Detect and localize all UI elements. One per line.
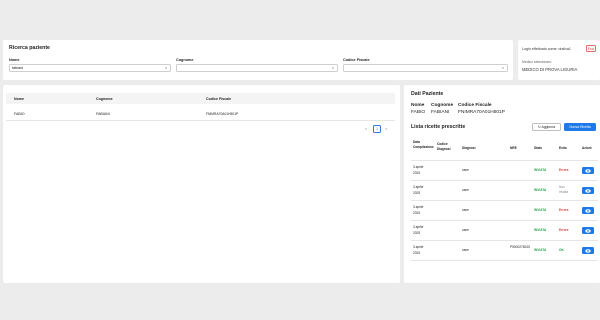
col-esito: Esito	[559, 146, 567, 150]
patient-cognome-value: FABIANI	[431, 110, 450, 115]
cognome-input[interactable]	[176, 64, 338, 72]
col-cognome: Cognome	[96, 97, 113, 101]
patient-nome-value: FABIO	[411, 110, 426, 115]
row-diagnosi: cane	[462, 228, 469, 232]
eye-icon	[585, 248, 591, 253]
row-divider	[6, 120, 395, 121]
row-divider	[411, 220, 598, 221]
medico-value: MEDICO DI PROVA LIGURIA	[522, 67, 578, 72]
new-prescription-button[interactable]: Nuova Ricetta	[564, 123, 596, 131]
results-panel: Nome Cognome Codice Fiscale FABIO FABIAN…	[3, 85, 400, 283]
table-row-codice-fiscale[interactable]: FNIMRA70A01H501P	[206, 112, 238, 116]
search-title: Ricerca paziente	[9, 45, 50, 51]
col-nre: NRE	[510, 146, 517, 150]
header-divider	[411, 160, 598, 161]
row-stato: INVIATA	[534, 168, 547, 172]
view-button[interactable]	[582, 227, 594, 234]
login-status-text: Login effettuato come: drsilva1	[522, 47, 571, 51]
codice-fiscale-input[interactable]	[343, 64, 508, 72]
medico-label: Medico selezionato:	[522, 60, 552, 64]
patient-cf-label: Codice Fiscale	[458, 103, 492, 108]
results-table-header	[6, 93, 395, 104]
row-esito: Errore	[559, 168, 569, 172]
row-date: 3 aprile	[413, 225, 424, 229]
row-year: 2025	[413, 251, 421, 255]
pagination-next[interactable]: >	[385, 126, 387, 131]
row-year: 2025	[413, 171, 421, 175]
nome-input[interactable]: fabiani	[9, 64, 171, 72]
logout-button[interactable]: Esci	[586, 45, 596, 52]
pagination-prev[interactable]: <	[365, 126, 367, 131]
row-diagnosi: cane	[462, 208, 469, 212]
search-icon[interactable]: ⌕	[165, 64, 167, 72]
row-date: 3 aprile	[413, 165, 424, 169]
row-diagnosi: cane	[462, 168, 469, 172]
col-codice-diagnosi: Codice Diagnosi	[437, 142, 451, 151]
row-esito: Non inviata	[559, 185, 569, 194]
col-nome: Nome	[14, 97, 24, 101]
row-divider	[411, 240, 598, 241]
row-diagnosi: cane	[462, 248, 469, 252]
eye-icon	[585, 208, 591, 213]
patient-cognome-label: Cognome	[431, 103, 454, 108]
col-azioni: Azioni	[582, 146, 592, 150]
table-row-nome[interactable]: FABIO	[14, 112, 25, 116]
row-stato: INVIATA	[534, 188, 547, 192]
col-diagnosi: Diagnosi	[462, 146, 476, 150]
row-diagnosi: cane	[462, 188, 469, 192]
view-button[interactable]	[582, 187, 594, 194]
col-codice-fiscale: Codice Fiscale	[206, 97, 232, 101]
codice-fiscale-label: Codice Fiscale	[343, 58, 370, 62]
eye-icon	[585, 228, 591, 233]
search-icon[interactable]: ⌕	[332, 64, 334, 72]
row-year: 2025	[413, 191, 421, 195]
row-esito: OK	[559, 248, 564, 252]
col-data-compilazione: Data Compilazione	[413, 140, 434, 149]
refresh-label: Aggiorna	[541, 125, 556, 129]
eye-icon	[585, 188, 591, 193]
view-button[interactable]	[582, 247, 594, 254]
row-nre: P5000278245	[510, 245, 530, 249]
row-divider	[411, 200, 598, 201]
search-panel: Ricerca paziente Nome fabiani ⌕ Cognome …	[3, 40, 513, 80]
row-date: 3 aprile	[413, 185, 424, 189]
refresh-button[interactable]: ↻ Aggiorna	[532, 123, 561, 131]
cognome-label: Cognome	[176, 58, 194, 62]
patient-title: Dati Paziente	[411, 91, 444, 97]
row-esito: Errore	[559, 208, 569, 212]
row-year: 2025	[413, 211, 421, 215]
nome-label: Nome	[9, 58, 20, 62]
row-stato: INVIATA	[534, 208, 547, 212]
row-divider	[411, 180, 598, 181]
table-row-cognome[interactable]: FABIANI	[96, 112, 110, 116]
patient-cf-value: FNIMRA70A01H501P	[458, 110, 505, 115]
row-stato: INVIATA	[534, 228, 547, 232]
prescriptions-title: Lista ricette prescritte	[411, 124, 466, 130]
row-year: 2025	[413, 231, 421, 235]
row-esito: Errore	[559, 228, 569, 232]
patient-nome-label: Nome	[411, 103, 425, 108]
refresh-icon: ↻	[537, 125, 541, 129]
search-icon[interactable]: ⌕	[502, 64, 504, 72]
pagination-page-1[interactable]: 1	[373, 124, 381, 133]
patient-detail-panel: Dati Paziente Nome FABIO Cognome FABIANI…	[404, 85, 600, 283]
row-date: 3 aprile	[413, 205, 424, 209]
row-stato: INVIATA	[534, 248, 547, 252]
view-button[interactable]	[582, 207, 594, 214]
login-panel: Login effettuato come: drsilva1 Esci Med…	[518, 40, 600, 80]
row-date: 3 aprile	[413, 245, 424, 249]
row-divider	[411, 260, 598, 261]
view-button[interactable]	[582, 167, 594, 174]
eye-icon	[585, 168, 591, 173]
col-stato: Stato	[534, 146, 542, 150]
